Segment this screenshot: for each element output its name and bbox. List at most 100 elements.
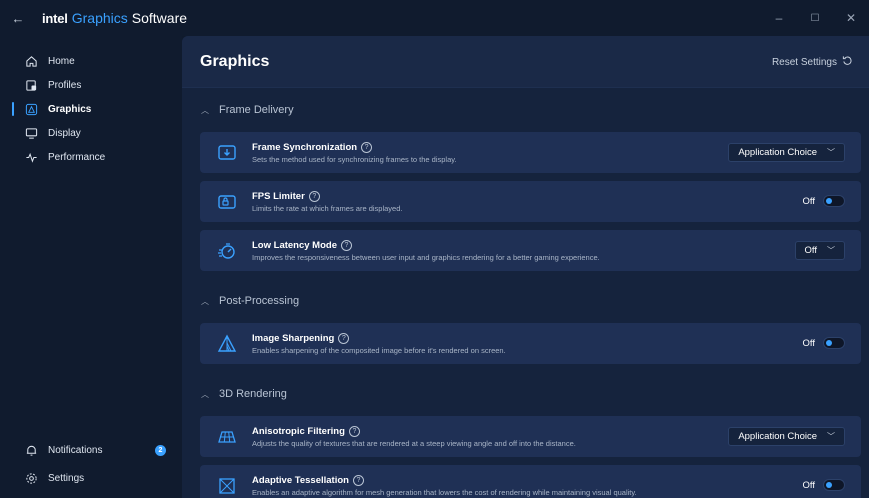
help-icon[interactable]: ? <box>348 425 360 437</box>
reset-icon <box>842 55 853 69</box>
setting-title: Low Latency Mode <box>252 239 337 251</box>
frame-synchronization-dropdown[interactable]: Application Choice ﹀ <box>728 143 845 162</box>
notification-count-badge: 2 <box>155 444 166 456</box>
adaptive-tessellation-toggle[interactable] <box>823 479 845 491</box>
setting-title: Image Sharpening <box>252 332 335 344</box>
toggle-state-label: Off <box>802 479 816 491</box>
help-icon[interactable]: ? <box>340 239 352 251</box>
help-icon[interactable]: ? <box>361 141 373 153</box>
bell-icon <box>24 443 38 457</box>
sidebar-item-profiles[interactable]: Profiles <box>0 73 182 97</box>
chevron-down-icon: ﹀ <box>827 148 835 157</box>
reset-settings-label: Reset Settings <box>771 56 837 68</box>
sidebar-bottom: Notifications 2 Settings <box>0 436 182 492</box>
main-panel: Graphics Reset Settings ︿ Frame Delivery… <box>182 36 869 498</box>
setting-title: Anisotropic Filtering <box>252 425 345 437</box>
sidebar-item-label: Notifications <box>48 444 103 456</box>
sidebar: Home Profiles Graphics Display Performan… <box>0 36 182 498</box>
anisotropic-filtering-dropdown[interactable]: Application Choice ﹀ <box>728 427 845 446</box>
brand-graphics: Graphics <box>71 10 128 26</box>
section-title: Post-Processing <box>219 295 300 307</box>
graphics-icon <box>24 102 38 116</box>
toggle-knob <box>826 482 832 488</box>
fps-limiter-toggle-group: Off <box>802 195 845 207</box>
setting-description: Adjusts the quality of textures that are… <box>252 438 576 448</box>
low-latency-icon <box>216 240 238 262</box>
adaptive-tessellation-icon <box>216 475 238 497</box>
app-title: intel Graphics Software <box>42 10 187 26</box>
page-header: Graphics Reset Settings <box>182 36 869 88</box>
sidebar-item-home[interactable]: Home <box>0 49 182 73</box>
toggle-knob <box>826 198 832 204</box>
section-header-frame-delivery[interactable]: ︿ Frame Delivery <box>182 88 869 132</box>
reset-settings-button[interactable]: Reset Settings <box>772 55 853 69</box>
sidebar-item-label: Performance <box>48 151 106 163</box>
sidebar-item-label: Display <box>48 127 81 139</box>
section-title: Frame Delivery <box>219 104 294 116</box>
setting-description: Enables sharpening of the composited ima… <box>252 345 506 355</box>
home-icon <box>24 54 38 68</box>
sidebar-item-label: Home <box>48 55 75 67</box>
dropdown-value: Application Choice <box>738 147 817 158</box>
display-icon <box>24 126 38 140</box>
setting-description: Limits the rate at which frames are disp… <box>252 203 403 213</box>
setting-low-latency-mode: Low Latency Mode? Improves the responsiv… <box>200 230 861 271</box>
setting-fps-limiter: FPS Limiter? Limits the rate at which fr… <box>200 181 861 222</box>
setting-adaptive-tessellation: Adaptive Tessellation? Enables an adapti… <box>200 465 861 498</box>
chevron-up-icon: ︿ <box>201 389 209 399</box>
setting-description: Sets the method used for synchronizing f… <box>252 154 457 164</box>
setting-title: FPS Limiter <box>252 190 305 202</box>
window-controls: – ☐ ✕ <box>761 0 869 36</box>
setting-description: Improves the responsiveness between user… <box>252 252 600 262</box>
image-sharpening-icon <box>216 333 238 355</box>
maximize-button[interactable]: ☐ <box>797 0 833 36</box>
chevron-up-icon: ︿ <box>201 105 209 115</box>
toggle-knob <box>826 340 832 346</box>
sidebar-item-label: Settings <box>48 472 85 484</box>
image-sharpening-toggle-group: Off <box>802 337 845 349</box>
setting-title: Frame Synchronization <box>252 141 358 153</box>
low-latency-mode-dropdown[interactable]: Off ﹀ <box>794 241 845 260</box>
sidebar-item-notifications[interactable]: Notifications 2 <box>0 436 182 464</box>
fps-limiter-icon <box>216 191 238 213</box>
setting-title: Adaptive Tessellation <box>252 474 349 486</box>
sidebar-item-label: Graphics <box>48 103 92 115</box>
sidebar-item-settings[interactable]: Settings <box>0 464 182 492</box>
frame-sync-icon <box>216 142 238 164</box>
sidebar-nav: Home Profiles Graphics Display Performan… <box>0 36 182 169</box>
sidebar-item-label: Profiles <box>48 79 82 91</box>
adaptive-tessellation-toggle-group: Off <box>802 479 845 491</box>
gear-icon <box>24 471 38 485</box>
back-button[interactable]: ← <box>0 0 36 36</box>
toggle-state-label: Off <box>802 337 816 349</box>
section-header-3d-rendering[interactable]: ︿ 3D Rendering <box>182 372 869 416</box>
profiles-icon <box>24 78 38 92</box>
help-icon[interactable]: ? <box>338 332 350 344</box>
sidebar-item-graphics[interactable]: Graphics <box>0 97 182 121</box>
brand-software: Software <box>131 10 188 26</box>
close-button[interactable]: ✕ <box>833 0 869 36</box>
minimize-button[interactable]: – <box>761 0 797 36</box>
section-title: 3D Rendering <box>219 388 287 400</box>
setting-description: Enables an adaptive algorithm for mesh g… <box>252 487 637 497</box>
chevron-down-icon: ﹀ <box>827 246 835 255</box>
dropdown-value: Application Choice <box>738 431 817 442</box>
sidebar-item-performance[interactable]: Performance <box>0 145 182 169</box>
fps-limiter-toggle[interactable] <box>823 195 845 207</box>
chevron-down-icon: ﹀ <box>827 432 835 441</box>
help-icon[interactable]: ? <box>308 190 320 202</box>
setting-frame-synchronization: Frame Synchronization? Sets the method u… <box>200 132 861 173</box>
chevron-up-icon: ︿ <box>201 296 209 306</box>
sidebar-item-display[interactable]: Display <box>0 121 182 145</box>
setting-image-sharpening: Image Sharpening? Enables sharpening of … <box>200 323 861 364</box>
title-bar: ← intel Graphics Software – ☐ ✕ <box>0 0 869 36</box>
brand-intel: intel <box>42 10 68 26</box>
toggle-state-label: Off <box>802 195 816 207</box>
image-sharpening-toggle[interactable] <box>823 337 845 349</box>
performance-icon <box>24 150 38 164</box>
setting-anisotropic-filtering: Anisotropic Filtering? Adjusts the quali… <box>200 416 861 457</box>
help-icon[interactable]: ? <box>352 474 364 486</box>
page-title: Graphics <box>200 52 270 70</box>
section-header-post-processing[interactable]: ︿ Post-Processing <box>182 279 869 323</box>
anisotropic-filtering-icon <box>216 426 238 448</box>
